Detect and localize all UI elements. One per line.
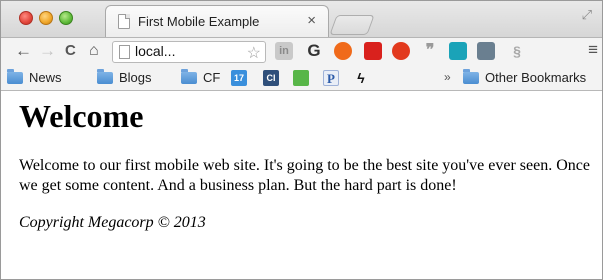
green-bookmark-icon[interactable] (293, 70, 309, 86)
page-heading: Welcome (19, 98, 144, 134)
bookmark-star-icon[interactable]: ☆ (247, 43, 261, 63)
copyright-text: Copyright Megacorp © 2013 (19, 214, 206, 231)
folder-icon (7, 68, 23, 84)
photo-extension-icon[interactable] (477, 42, 495, 60)
tab-title: First Mobile Example (138, 14, 260, 29)
quote-extension-icon[interactable]: ❞ (421, 42, 439, 60)
bookmark-cf[interactable]: CF (181, 68, 221, 85)
bookmark-blogs[interactable]: Blogs (97, 68, 152, 85)
page-icon (119, 45, 130, 59)
tab-strip: First Mobile Example × ⤢ (1, 1, 602, 37)
browser-window: First Mobile Example × ⤢ ← → C ⌂ local..… (0, 0, 603, 280)
bolt-bookmark-icon[interactable]: ϟ (353, 70, 369, 86)
folder-icon (181, 68, 197, 84)
page-icon (118, 14, 130, 29)
home-icon[interactable]: ⌂ (89, 41, 99, 61)
tab-close-icon[interactable]: × (307, 12, 316, 29)
address-bar[interactable]: local... ☆ (112, 41, 266, 63)
page-paragraph: Welcome to our first mobile web site. It… (19, 157, 590, 194)
address-url[interactable]: local... (135, 43, 175, 59)
bookmark-other-bookmarks[interactable]: Other Bookmarks (463, 68, 587, 85)
folder-icon (97, 68, 113, 84)
folder-icon (463, 68, 479, 84)
tab-first-mobile-example[interactable]: First Mobile Example × (105, 5, 329, 37)
coil-extension-icon[interactable]: § (508, 42, 526, 60)
bookmarks-bar: News Blogs CF 17 CI P ϟ » Other Bookmark… (1, 65, 602, 91)
page-content: Welcome Welcome to our first mobile web … (1, 92, 602, 279)
p-bookmark-icon[interactable]: P (323, 70, 339, 86)
bookmark-label: News (29, 70, 62, 85)
calendar-bookmark-icon[interactable]: 17 (231, 70, 247, 86)
orange-extension-icon[interactable] (334, 42, 352, 60)
bookmark-label: Blogs (119, 70, 152, 85)
g-extension-icon[interactable]: G (305, 42, 323, 60)
reload-icon[interactable]: C (65, 41, 76, 61)
forward-icon[interactable]: → (39, 41, 56, 61)
back-icon[interactable]: ← (15, 41, 32, 61)
menu-icon[interactable]: ≡ (588, 40, 598, 60)
linkedin-extension-icon[interactable]: in (275, 42, 293, 60)
cl-bookmark-icon[interactable]: CI (263, 70, 279, 86)
maximize-window-button[interactable] (59, 11, 73, 25)
bookmark-label: CF (203, 70, 221, 85)
bookmark-news[interactable]: News (7, 68, 62, 85)
close-window-button[interactable] (19, 11, 33, 25)
toolbar: ← → C ⌂ local... ☆ in G ❞ § ≡ (1, 37, 602, 65)
red-extension-icon[interactable] (364, 42, 382, 60)
more-bookmarks-chevron-icon[interactable]: » (444, 70, 451, 84)
bookmark-label: Other Bookmarks (485, 70, 587, 85)
lastpass-extension-icon[interactable] (392, 42, 410, 60)
c-extension-icon[interactable] (449, 42, 467, 60)
minimize-window-button[interactable] (39, 11, 53, 25)
new-tab-button[interactable] (329, 15, 375, 35)
fullscreen-icon[interactable]: ⤢ (582, 7, 592, 23)
